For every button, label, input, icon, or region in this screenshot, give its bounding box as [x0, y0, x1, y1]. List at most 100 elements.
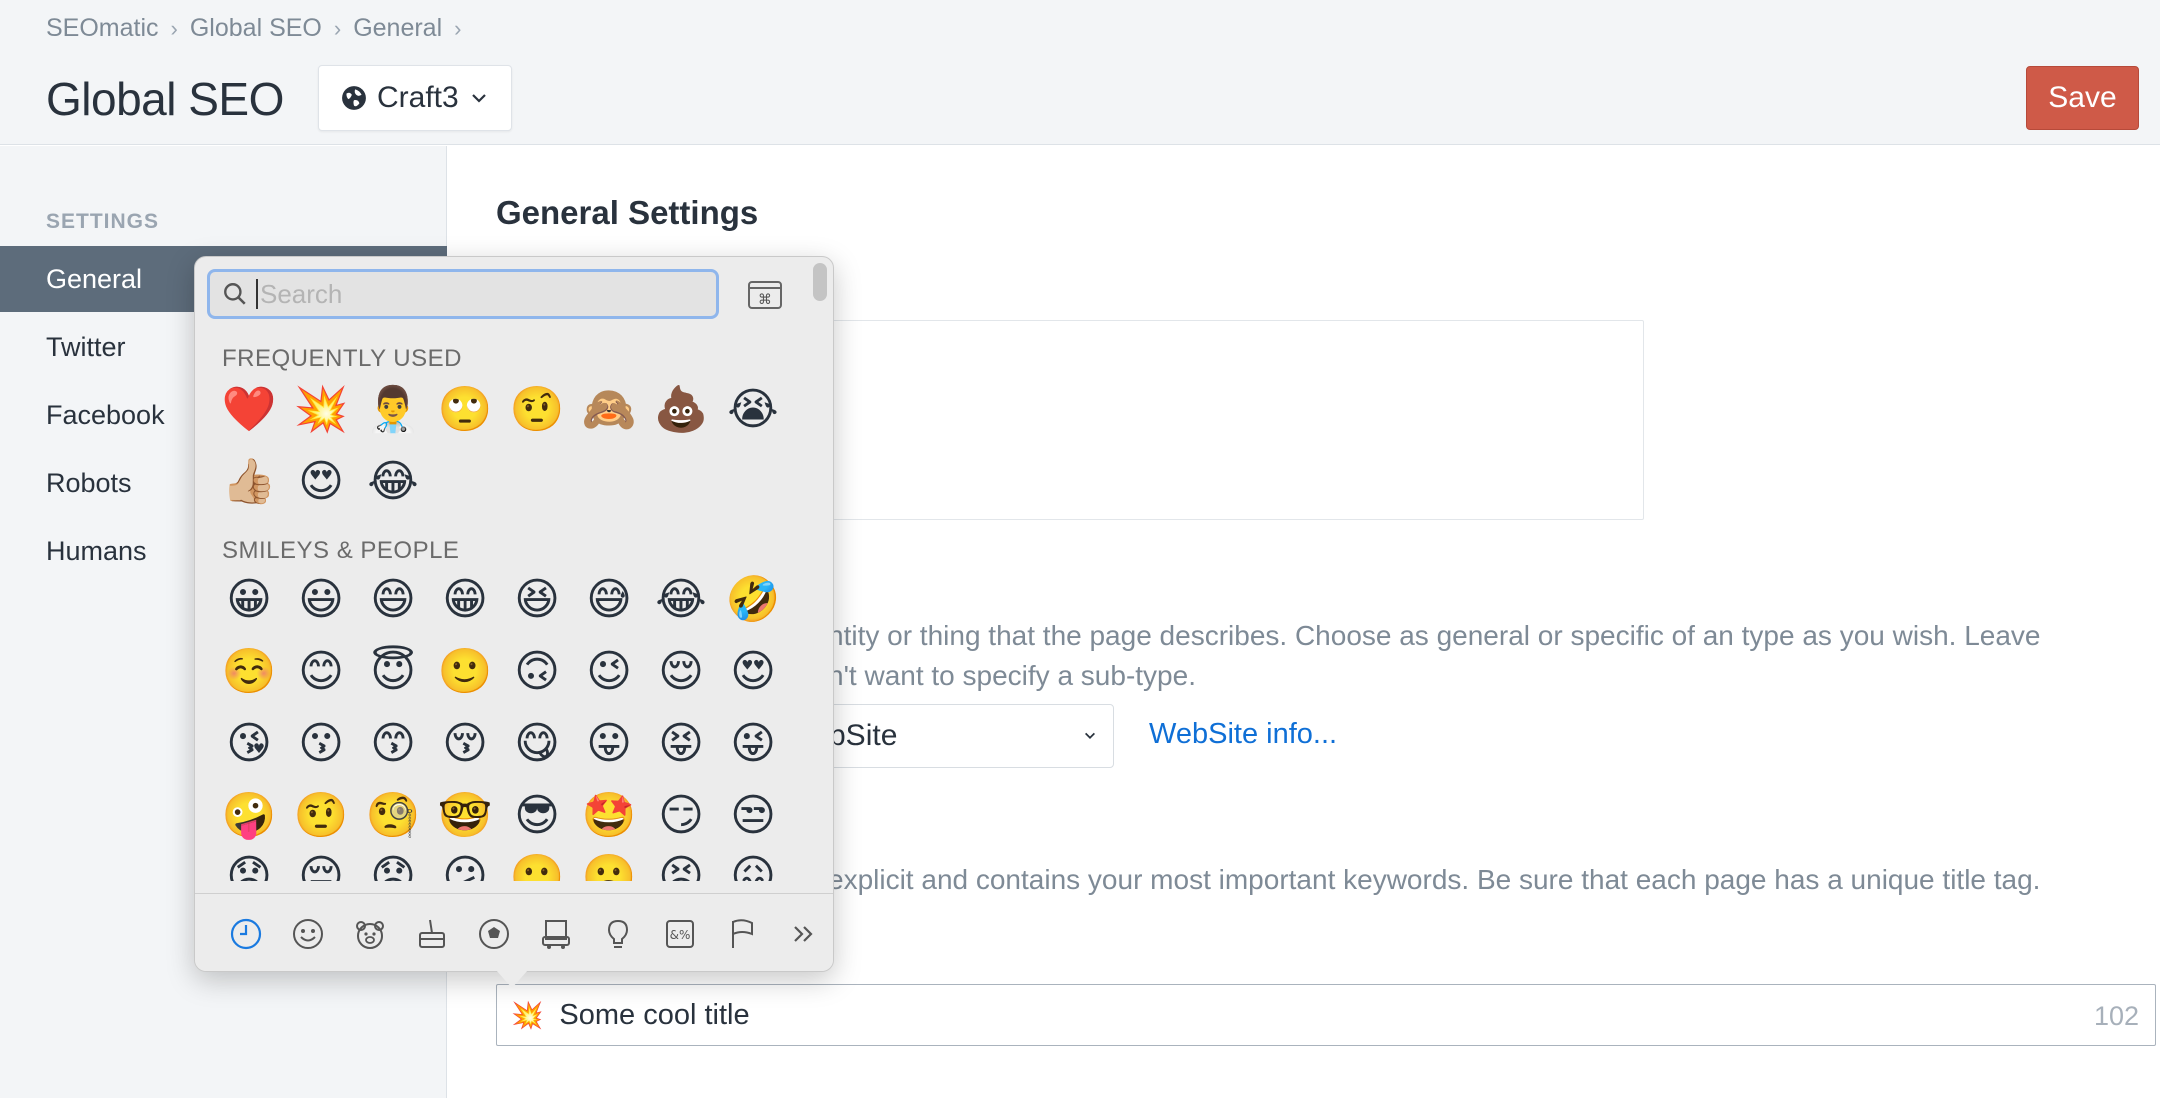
chevron-down-icon: [1085, 732, 1095, 739]
emoji-cell[interactable]: 😛: [573, 707, 645, 779]
emoji-cell[interactable]: 👨‍⚕️: [357, 373, 429, 445]
emoji-cell[interactable]: 😕: [429, 851, 501, 881]
section-title: General Settings: [496, 194, 759, 231]
entity-type-select-value: bSite: [829, 719, 898, 752]
emoji-cell[interactable]: 😁: [429, 563, 501, 635]
emoji-cell[interactable]: 🤨: [285, 779, 357, 851]
seo-title-input[interactable]: 💥 Some cool title 102: [496, 984, 2156, 1046]
emoji-cell[interactable]: 🙈: [573, 373, 645, 445]
category-button[interactable]: [463, 909, 525, 959]
emoji-cell[interactable]: ❤️: [213, 373, 285, 445]
character-viewer-icon[interactable]: ⌘: [747, 279, 783, 311]
emoji-cell[interactable]: 😅: [573, 563, 645, 635]
recent-icon: [230, 918, 262, 949]
emoji-cell[interactable]: 🤨: [501, 373, 573, 445]
emoji-cell[interactable]: 😟: [357, 851, 429, 881]
emoji-cell[interactable]: 😂: [357, 445, 429, 517]
sidebar-heading: SETTINGS: [46, 210, 160, 233]
seo-title-value: Some cool title: [559, 998, 750, 1031]
category-button[interactable]: [773, 909, 833, 959]
description-textarea[interactable]: [828, 320, 1644, 520]
category-button[interactable]: [525, 909, 587, 959]
emoji-cell[interactable]: ☹️: [573, 851, 645, 881]
emoji-cell[interactable]: 🧐: [357, 779, 429, 851]
emoji-picker[interactable]: ⌘ FREQUENTLY USED ❤️💥👨‍⚕️🙄🤨🙈💩😭👍🏼😍😂 SMILE…: [194, 256, 834, 972]
emoji-cell[interactable]: 😚: [429, 707, 501, 779]
picker-pointer: [496, 970, 528, 988]
breadcrumb-separator: ›: [333, 15, 342, 41]
category-button[interactable]: &%: [649, 909, 711, 959]
emoji-search-input[interactable]: [260, 278, 680, 310]
breadcrumb-item-general[interactable]: General: [353, 14, 442, 43]
emoji-cell[interactable]: 😆: [501, 563, 573, 635]
emoji-cell[interactable]: 👍🏼: [213, 445, 285, 517]
emoji-cell[interactable]: 😃: [285, 563, 357, 635]
emoji-cell[interactable]: 💥: [285, 373, 357, 445]
emoji-cell[interactable]: ☺️: [213, 635, 285, 707]
emoji-cell[interactable]: 😏: [645, 779, 717, 851]
type-instructions-line2: n't want to specify a sub-type.: [828, 660, 1196, 691]
emoji-cell[interactable]: 😖: [717, 851, 789, 881]
emoji-cell[interactable]: 😗: [285, 707, 357, 779]
emoji-cell[interactable]: 😜: [717, 707, 789, 779]
picker-scrollbar[interactable]: [813, 263, 827, 301]
emoji-cell[interactable]: 😂: [645, 563, 717, 635]
food-icon: [419, 919, 445, 948]
emoji-cell[interactable]: 🤣: [717, 563, 789, 635]
emoji-cell[interactable]: 🙃: [501, 635, 573, 707]
emoji-cell[interactable]: 😣: [645, 851, 717, 881]
emoji-cell[interactable]: 😉: [573, 635, 645, 707]
category-button[interactable]: [711, 909, 773, 959]
emoji-cell[interactable]: 😎: [501, 779, 573, 851]
emoji-cell[interactable]: 💩: [645, 373, 717, 445]
emoji-cell[interactable]: 😝: [645, 707, 717, 779]
text-cursor: [256, 279, 258, 309]
objects-icon: [607, 919, 629, 948]
category-button[interactable]: [277, 909, 339, 959]
more-icon: [794, 925, 813, 942]
type-instructions: ntity or thing that the page describes. …: [828, 620, 2041, 651]
emoji-cell[interactable]: 😙: [357, 707, 429, 779]
emoji-cell[interactable]: 🙁: [501, 851, 573, 881]
emoji-cell[interactable]: 🤩: [573, 779, 645, 851]
emoji-cell[interactable]: 😌: [645, 635, 717, 707]
emoji-cell[interactable]: 😞: [213, 851, 285, 881]
emoji-cell[interactable]: 😍: [285, 445, 357, 517]
emoji-search-field[interactable]: [207, 269, 719, 319]
globe-icon: [342, 86, 366, 110]
emoji-cell[interactable]: 🤪: [213, 779, 285, 851]
site-switcher-button[interactable]: Craft3: [318, 65, 512, 131]
emoji-cell[interactable]: 😋: [501, 707, 573, 779]
save-button[interactable]: Save: [2026, 66, 2139, 130]
travel-icon: [542, 919, 570, 949]
emoji-cell[interactable]: 😘: [213, 707, 285, 779]
emoji-cell[interactable]: 🙄: [429, 373, 501, 445]
emoji-cell[interactable]: 😄: [357, 563, 429, 635]
category-button[interactable]: [401, 909, 463, 959]
breadcrumb: SEOmatic › Global SEO › General ›: [46, 14, 473, 43]
emoji-cell[interactable]: 🙂: [429, 635, 501, 707]
emoji-cell[interactable]: 😍: [717, 635, 789, 707]
emoji-cell[interactable]: 😔: [285, 851, 357, 881]
breadcrumb-item-seomatic[interactable]: SEOmatic: [46, 14, 159, 43]
breadcrumb-separator: ›: [170, 15, 178, 41]
category-button[interactable]: [215, 909, 277, 959]
breadcrumb-separator: ›: [454, 15, 462, 41]
emoji-cell[interactable]: 😒: [717, 779, 789, 851]
symbols-icon: &%: [666, 919, 694, 948]
website-info-link[interactable]: WebSite info...: [1149, 718, 1337, 751]
smiley-icon: [293, 918, 323, 949]
emoji-cell[interactable]: 😭: [717, 373, 789, 445]
page-header: SEOmatic › Global SEO › General › Global…: [0, 0, 2160, 145]
breadcrumb-item-global-seo[interactable]: Global SEO: [190, 14, 322, 43]
collision-emoji: 💥: [511, 999, 544, 1030]
entity-type-select[interactable]: bSite: [828, 704, 1114, 768]
emoji-cell[interactable]: 🤓: [429, 779, 501, 851]
emoji-cell[interactable]: 😀: [213, 563, 285, 635]
emoji-cell[interactable]: 😇: [357, 635, 429, 707]
category-button[interactable]: [339, 909, 401, 959]
category-button[interactable]: [587, 909, 649, 959]
title-instructions: explicit and contains your most importan…: [828, 864, 2041, 895]
character-count: 102: [2093, 1001, 2139, 1031]
emoji-cell[interactable]: 😊: [285, 635, 357, 707]
